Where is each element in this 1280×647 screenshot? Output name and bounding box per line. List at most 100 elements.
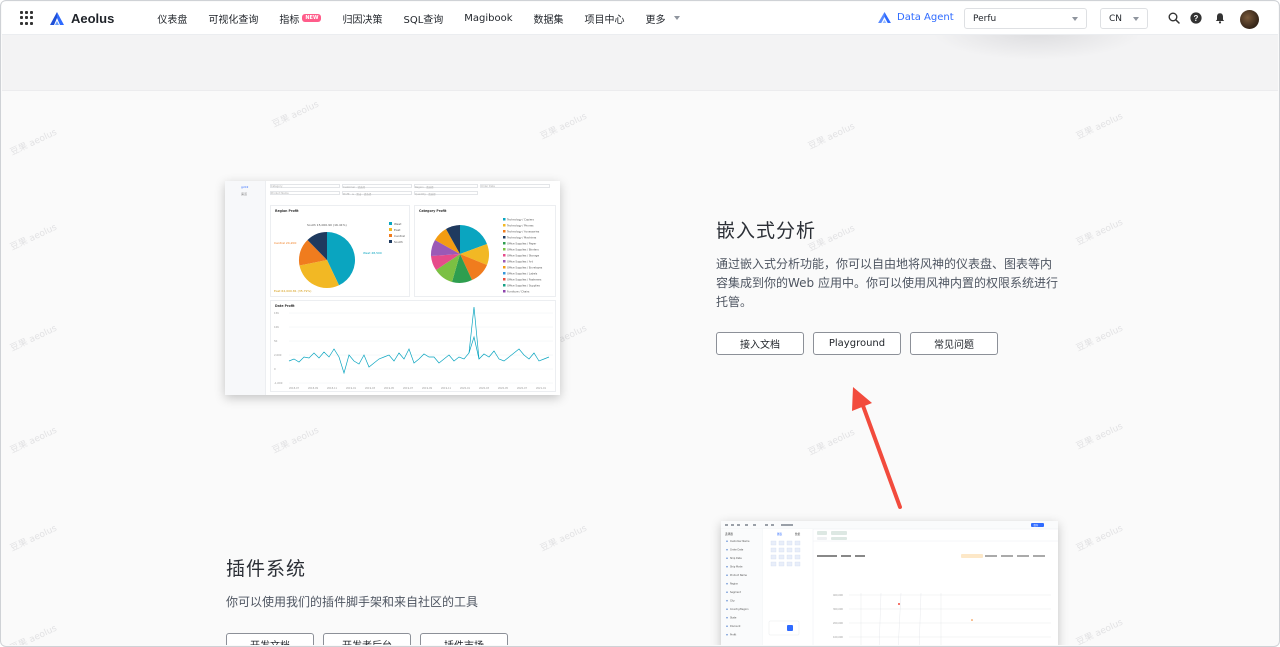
nav-sql-query[interactable]: SQL查询 (403, 11, 443, 26)
watermark-text: 豆果 aeolus (270, 425, 321, 457)
watermark-text: 豆果 aeolus (1074, 323, 1125, 355)
legend-label: Technology / Copiers (507, 218, 534, 222)
plugin-system-description: 你可以使用我们的插件脚手架和来自社区的工具 (226, 595, 479, 609)
legend-label: Office Supplies / Paper (507, 242, 537, 246)
nav-label: 归因决策 (342, 14, 383, 26)
preview-filter: Region · 请选择 (414, 184, 478, 189)
bell-icon[interactable] (1214, 12, 1226, 24)
category-profit-panel: Category Profit Technology / Copiers Tec… (414, 205, 556, 297)
pie-label: South 15,000.90 (16.41%) (307, 223, 347, 227)
legend-label: Office Supplies / Fasteners (507, 278, 542, 282)
nav-label: 仪表盘 (157, 14, 188, 26)
pie-label: East 62,000.81 (35.79%) (274, 289, 311, 293)
nav-project-center[interactable]: 项目中心 (585, 11, 625, 26)
x-tick-label: 2020-01 (460, 387, 470, 390)
watermark-text: 豆果 aeolus (8, 127, 59, 159)
nav-attribution[interactable]: 归因决策 (342, 11, 382, 26)
apps-grid-icon[interactable] (20, 11, 34, 25)
preview-filter: Product Name (270, 191, 340, 195)
embedded-analytics-description: 通过嵌入式分析功能，你可以自由地将风神的仪表盘、图表等内 容集成到你的Web 应… (716, 255, 1066, 312)
field-type-icon (726, 616, 728, 619)
plugin-market-button[interactable]: 插件市场 (420, 633, 508, 645)
watermark-text: 豆果 aeolus (270, 99, 321, 131)
nav-magibook[interactable]: Magibook (464, 13, 512, 24)
x-tick-label: 2019-09 (422, 387, 432, 390)
watermark-text: 豆果 aeolus (8, 425, 59, 457)
x-tick-label: 2019-03 (365, 387, 375, 390)
watermark-text: 豆果 aeolus (1074, 523, 1125, 555)
legend-label: Office Supplies / Envelopes (507, 266, 543, 270)
region-profit-title: Region Profit (275, 209, 299, 213)
description-line: 容集成到你的Web 应用中。你可以使用风神内置的权限系统进行 (716, 276, 1058, 290)
developer-docs-button[interactable]: 开发文档 (226, 633, 314, 645)
integration-docs-button[interactable]: 接入文档 (716, 332, 804, 355)
field-type-icon (726, 574, 728, 576)
help-icon[interactable]: ? (1190, 12, 1202, 24)
developer-console-button[interactable]: 开发者后台 (323, 633, 411, 645)
legend-label: Office Supplies / Binders (507, 248, 539, 252)
field-type-icon (726, 608, 728, 610)
browser-frame: Aeolus 仪表盘 可视化查询 指标 NEW 归因决策 SQL查询 Magibo… (0, 0, 1280, 647)
watermark-text: 豆果 aeolus (8, 623, 59, 645)
x-tick-label: 2020-07 (517, 387, 527, 390)
preview-field-item: Ship Mode (730, 566, 743, 569)
search-icon[interactable] (1168, 12, 1180, 24)
preview-filter: Quantity · 请选择 (414, 191, 478, 196)
preview-field-header: 选择器 (725, 532, 733, 536)
user-avatar[interactable] (1240, 10, 1259, 29)
new-badge: NEW (302, 14, 322, 22)
preview-field-item: Ship Date (730, 557, 742, 560)
category-profit-title: Category Profit (419, 209, 447, 213)
x-tick-label: 2019-11 (441, 387, 451, 390)
annotation-arrow-icon (852, 387, 902, 509)
watermark-text: 豆果 aeolus (1074, 421, 1125, 453)
watermark-text: 豆果 aeolus (806, 121, 857, 153)
nav-label: 数据集 (533, 14, 564, 26)
region-profit-pie: South 15,000.90 (16.41%) Central 24,200 … (274, 222, 405, 293)
legend-label: Office Supplies / Labels (507, 272, 538, 276)
nav-label: 更多 (645, 14, 666, 26)
faq-button[interactable]: 常见问题 (910, 332, 998, 355)
button-label: 开发文档 (250, 637, 290, 645)
y-tick-label: 10K (274, 325, 279, 329)
pie-label: West 48,500 (363, 251, 382, 255)
nav-metrics[interactable]: 指标 NEW (279, 11, 322, 26)
nav-label: 指标 (279, 14, 300, 26)
field-type-icon (726, 633, 728, 636)
preview-field-item: Region (730, 583, 739, 586)
data-agent-label: Data Agent (897, 12, 954, 23)
date-profit-line-chart: 15K 10K 5K 2,000 0 -1,000 2018-07 2018-09… (274, 306, 553, 390)
legend-label: Office Supplies / Storage (507, 254, 539, 258)
language-select[interactable]: CN (1100, 8, 1148, 29)
preview-save-button: 保存 (1034, 523, 1039, 527)
plugin-system-title: 插件系统 (226, 558, 307, 580)
nav-visual-query[interactable]: 可视化查询 (208, 11, 258, 26)
preview-field-item: Segment (730, 591, 741, 594)
data-agent-link[interactable]: Data Agent (878, 12, 954, 23)
button-label: Playground (828, 338, 886, 349)
button-label: 开发者后台 (342, 637, 392, 645)
preview-y-tick: 300,000 (833, 608, 843, 611)
legend-label: Technology / Accessories (507, 230, 540, 234)
legend-label: East (394, 228, 401, 232)
playground-button[interactable]: Playground (813, 332, 901, 355)
preview-field-item: Country/Region (730, 608, 749, 611)
x-tick-label: 2020-03 (479, 387, 489, 390)
preview-tab: 数据 (795, 532, 801, 536)
preview-field-item: Customer Name (730, 540, 750, 543)
preview-y-tick: 100,000 (833, 636, 843, 639)
x-tick-label: 2018-11 (327, 387, 337, 390)
legend-label: Furniture / Chairs (507, 290, 530, 294)
aeolus-logo-icon (50, 11, 64, 25)
nav-more[interactable]: 更多 (646, 11, 680, 26)
chevron-down-icon (673, 16, 680, 20)
watermark-text: 豆果 aeolus (1074, 617, 1125, 645)
preview-filter: Profit · ≥ · 双击 · 请选择 (342, 191, 412, 196)
button-label: 插件市场 (444, 637, 484, 645)
preview-filter: Category (270, 184, 340, 188)
project-select[interactable]: Perfu (964, 8, 1087, 29)
nav-dashboard[interactable]: 仪表盘 (157, 11, 187, 26)
preview-tab: 图表 (777, 532, 783, 536)
nav-datasets[interactable]: 数据集 (534, 11, 564, 26)
app-logo[interactable]: Aeolus (50, 11, 114, 26)
